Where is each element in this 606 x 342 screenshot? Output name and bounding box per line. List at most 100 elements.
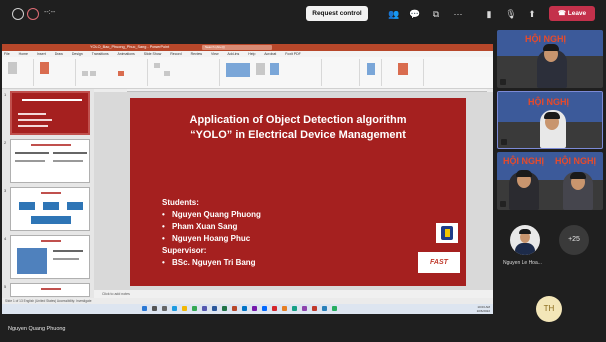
current-slide[interactable]: Application of Object Detection algorith… xyxy=(130,98,466,286)
tab-home[interactable]: Home xyxy=(19,52,28,56)
italic-icon[interactable] xyxy=(90,71,96,76)
student-name: Nguyen Quang Phuong xyxy=(162,209,261,221)
notes-pane[interactable]: Click to add notes xyxy=(94,290,493,298)
rooms-icon[interactable]: ⧉ xyxy=(430,8,442,20)
dictate-icon[interactable] xyxy=(367,63,375,75)
app-icon[interactable] xyxy=(282,306,287,311)
share-icon[interactable]: ⬆ xyxy=(526,8,538,20)
word-icon[interactable] xyxy=(212,306,217,311)
thumb-diagram xyxy=(67,202,83,210)
app-icon[interactable] xyxy=(322,306,327,311)
banner-text: HỘI NGHỊ xyxy=(528,97,570,107)
camera-off-icon[interactable]: ▮ xyxy=(483,8,495,20)
mic-off-icon[interactable]: 🎙 xyxy=(505,8,517,20)
thumb-title xyxy=(31,144,71,146)
tab-design[interactable]: Design xyxy=(72,52,83,56)
system-clock[interactable]: 10:03 AM 10/6/2022 xyxy=(477,305,490,313)
record-icon[interactable] xyxy=(27,8,39,20)
powerpoint-icon[interactable] xyxy=(232,306,237,311)
chat-icon[interactable]: 💬 xyxy=(409,8,421,20)
leave-label: Leave xyxy=(567,10,587,17)
participant-avatar[interactable] xyxy=(510,225,540,255)
ribbon-group-font xyxy=(78,59,148,86)
participant-video-tile-active[interactable]: HỘI NGHỊ xyxy=(497,91,603,149)
thumb-diagram xyxy=(17,248,47,274)
paste-icon[interactable] xyxy=(8,62,17,74)
font-color-icon[interactable] xyxy=(118,71,124,76)
quick-styles-icon[interactable] xyxy=(270,63,279,75)
new-slide-icon[interactable] xyxy=(40,62,49,74)
task-view-icon[interactable] xyxy=(162,306,167,311)
bold-icon[interactable] xyxy=(82,71,88,76)
leave-button[interactable]: ☎ Leave xyxy=(549,6,595,21)
search-icon[interactable] xyxy=(152,306,157,311)
tab-help[interactable]: Help xyxy=(248,52,255,56)
thumbnail-slide-5[interactable] xyxy=(10,283,90,297)
ribbon-group-slides xyxy=(36,59,76,86)
thumb-title xyxy=(22,99,82,101)
ribbon-group-drawing xyxy=(222,59,322,86)
participant-name: Nguyen Le Hoa... xyxy=(503,260,542,266)
app-icon[interactable] xyxy=(332,306,337,311)
mic-icon xyxy=(501,139,507,145)
teams-icon[interactable] xyxy=(202,306,207,311)
slide-thumbnails: 1 2 3 4 5 xyxy=(2,89,94,299)
initials-avatar[interactable]: TH xyxy=(536,296,562,322)
request-control-button[interactable]: Request control xyxy=(306,6,368,21)
tab-insert[interactable]: Insert xyxy=(37,52,46,56)
app-icon[interactable] xyxy=(292,306,297,311)
tab-file[interactable]: File xyxy=(4,52,10,56)
outlook-icon[interactable] xyxy=(242,306,247,311)
explorer-icon[interactable] xyxy=(182,306,187,311)
thumb-text xyxy=(18,125,48,127)
window-title: YOLO_Bao_Phuong_Phuc_Sang - PowerPoint xyxy=(90,45,170,49)
app-icon[interactable] xyxy=(302,306,307,311)
start-icon[interactable] xyxy=(142,306,147,311)
banner-text: HỘI NGHỊ xyxy=(525,34,567,44)
slide-title: Application of Object Detection algorith… xyxy=(150,113,446,143)
onenote-icon[interactable] xyxy=(252,306,257,311)
tab-slide-show[interactable]: Slide Show xyxy=(144,52,162,56)
tab-record[interactable]: Record xyxy=(170,52,181,56)
thumb-number: 1 xyxy=(4,92,7,97)
more-participants-badge[interactable]: +25 xyxy=(559,225,589,255)
tab-acrobat[interactable]: Acrobat xyxy=(264,52,276,56)
phone-icon: ☎ xyxy=(557,10,568,17)
more-icon[interactable]: ⋯ xyxy=(452,8,464,20)
excel-icon[interactable] xyxy=(222,306,227,311)
chrome-icon[interactable] xyxy=(192,306,197,311)
edge-icon[interactable] xyxy=(172,306,177,311)
thumb-number: 3 xyxy=(4,188,7,193)
shield-icon[interactable] xyxy=(12,8,24,20)
tab-foxit-pdf[interactable]: Foxit PDF xyxy=(285,52,301,56)
search-box[interactable]: Search (Alt+Q) xyxy=(202,45,272,50)
people-icon[interactable]: 👥 xyxy=(388,8,400,20)
tab-view[interactable]: View xyxy=(211,52,219,56)
tab-review[interactable]: Review xyxy=(191,52,202,56)
tab-transitions[interactable]: Transitions xyxy=(92,52,109,56)
arrange-icon[interactable] xyxy=(256,63,265,75)
thumbnail-slide-4[interactable] xyxy=(10,235,90,279)
banner-text: HỘI NGHỊ xyxy=(555,156,597,166)
app-icon[interactable] xyxy=(312,306,317,311)
thumbnail-slide-1[interactable] xyxy=(10,91,90,135)
participant-video-tile[interactable]: HỘI NGHỊ xyxy=(497,30,603,88)
tab-draw[interactable]: Draw xyxy=(55,52,63,56)
powerpoint-titlebar: YOLO_Bao_Phuong_Phuc_Sang - PowerPoint S… xyxy=(2,44,493,51)
thumb-text xyxy=(53,152,87,154)
ribbon-group-adobe xyxy=(384,59,424,86)
align-icon[interactable] xyxy=(164,71,170,76)
fast-logo: FAST xyxy=(418,252,460,273)
bullets-icon[interactable] xyxy=(154,63,160,68)
shapes-icon[interactable] xyxy=(226,63,250,77)
meeting-toolbar: --:-- Request control 👥 💬 ⧉ ⋯ ▮ 🎙 ⬆ ☎ Le… xyxy=(0,0,606,28)
tab-animations[interactable]: Animations xyxy=(117,52,134,56)
participant-video-tile[interactable]: HỘI NGHỊ HỘI NGHỊ xyxy=(497,152,603,210)
thumb-number: 4 xyxy=(4,236,7,241)
tab-add-ins[interactable]: Add-ins xyxy=(227,52,239,56)
thumbnail-slide-3[interactable] xyxy=(10,187,90,231)
acrobat-icon[interactable] xyxy=(272,306,277,311)
adobe-pdf-icon[interactable] xyxy=(398,63,408,75)
thumbnail-slide-2[interactable] xyxy=(10,139,90,183)
zalo-icon[interactable] xyxy=(262,306,267,311)
